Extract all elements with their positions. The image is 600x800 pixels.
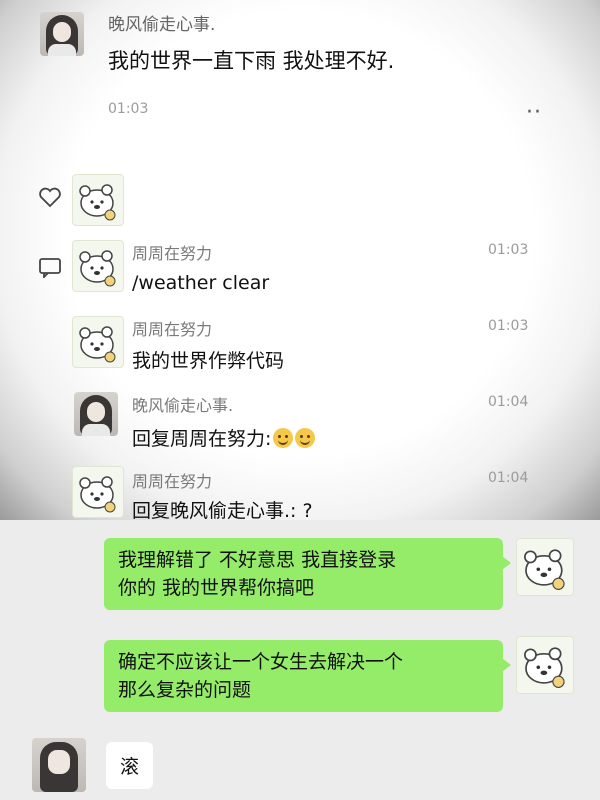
received-bubble[interactable]: 滚 [106, 742, 154, 789]
message-time: 01:04 [488, 394, 529, 410]
emoji-smile-icon [295, 428, 316, 448]
bubble-line: 确定不应该让一个女生去解决一个 [118, 651, 404, 673]
sender-name: 晚风偷走心事. [108, 15, 216, 35]
avatar-zhouzhou[interactable] [72, 240, 124, 292]
bubble-line: 我理解错了 不好意思 我直接登录 [118, 549, 397, 571]
avatar-wanfeng[interactable] [74, 392, 118, 436]
message-text: 回复周周在努力: [132, 428, 272, 450]
sender-name: 晚风偷走心事. [132, 396, 234, 415]
sender-name: 周周在努力 [132, 472, 213, 491]
message-text: /weather clear [132, 272, 270, 294]
avatar-zhouzhou[interactable] [72, 466, 124, 518]
message-text-with-emoji: 回复周周在努力: [132, 424, 316, 451]
bubble-line: 那么复杂的问题 [118, 679, 252, 701]
avatar-self[interactable] [516, 636, 574, 694]
bubble-line: 你的 我的世界帮你搞吧 [118, 577, 315, 599]
avatar-wanfeng[interactable] [32, 738, 86, 792]
message-text: 我的世界一直下雨 我处理不好. [108, 49, 395, 73]
avatar-self[interactable] [516, 538, 574, 596]
message-text: 我的世界作弊代码 [132, 350, 285, 372]
emoji-smile-icon [273, 428, 294, 448]
avatar-wanfeng[interactable] [40, 12, 84, 56]
bubble-text: 滚 [120, 756, 140, 778]
sender-name: 周周在努力 [132, 244, 213, 263]
message-time: 01:04 [488, 470, 529, 486]
message-time: 01:03 [108, 101, 149, 117]
sent-bubble[interactable]: 我理解错了 不好意思 我直接登录 你的 我的世界帮你搞吧 [104, 538, 511, 610]
message-time: 01:03 [488, 242, 529, 258]
message-text: 回复晚风偷走心事.: ? [132, 500, 313, 520]
comment-icon[interactable] [38, 256, 62, 282]
message-time: 01:03 [488, 318, 529, 334]
avatar-zhouzhou[interactable] [72, 316, 124, 368]
screenshot-panel: 晚风偷走心事. 我的世界一直下雨 我处理不好. 01:03 ·· 周周在努力 0… [0, 0, 600, 520]
heart-icon[interactable] [38, 186, 62, 212]
sender-name: 周周在努力 [132, 320, 213, 339]
avatar-zhouzhou[interactable] [72, 174, 124, 226]
more-options-icon[interactable]: ·· [526, 100, 542, 125]
sent-bubble[interactable]: 确定不应该让一个女生去解决一个 那么复杂的问题 [104, 640, 511, 712]
